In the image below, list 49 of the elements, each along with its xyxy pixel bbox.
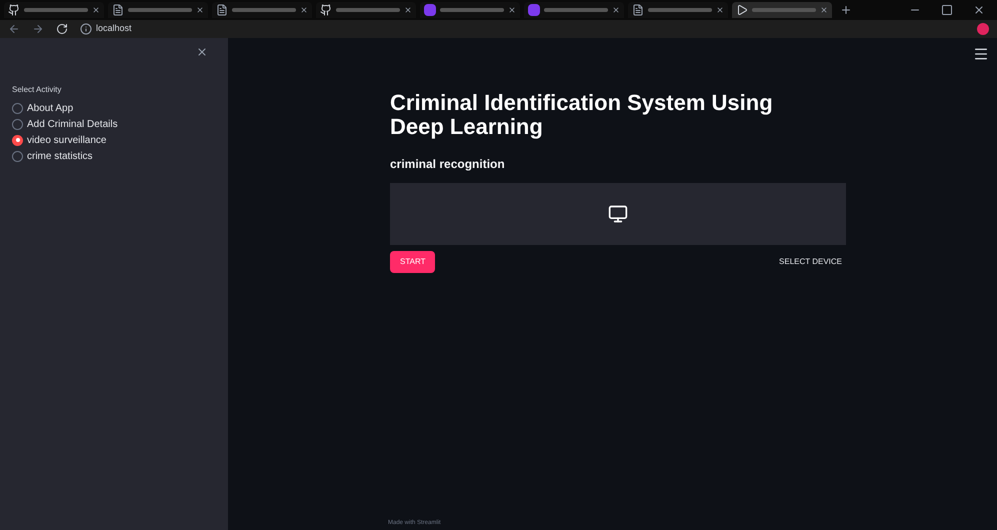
document-icon [112, 4, 124, 16]
browser-tab[interactable] [108, 2, 208, 18]
close-icon[interactable] [820, 6, 828, 14]
reload-icon[interactable] [56, 23, 68, 35]
browser-tab[interactable] [316, 2, 416, 18]
start-button[interactable]: START [390, 251, 436, 273]
back-icon[interactable] [8, 23, 20, 35]
select-device-button[interactable]: SELECT DEVICE [775, 251, 846, 273]
browser-tab[interactable] [628, 2, 728, 18]
radio-button[interactable] [12, 102, 23, 114]
browser-tab[interactable] [732, 2, 832, 18]
github-icon [320, 4, 332, 16]
new-tab-icon[interactable] [840, 4, 852, 16]
menu-icon[interactable] [973, 46, 989, 62]
github-icon [8, 4, 20, 16]
app-logo-icon [528, 4, 540, 16]
close-icon[interactable] [612, 6, 620, 14]
close-icon[interactable] [92, 6, 100, 14]
subheader: criminal recognition [390, 156, 506, 173]
close-icon[interactable] [973, 4, 985, 16]
radio-option[interactable]: About App [12, 100, 216, 116]
forward-icon[interactable] [32, 23, 44, 35]
radio-button[interactable] [12, 150, 23, 162]
radio-option[interactable]: video surveillance [12, 132, 216, 148]
browser-tab[interactable] [4, 2, 104, 18]
browser-tab[interactable] [212, 2, 312, 18]
profile-avatar[interactable] [977, 23, 989, 35]
url-text[interactable]: localhost [96, 22, 132, 36]
radio-option[interactable]: crime statistics [12, 148, 216, 164]
monitor-icon [608, 204, 628, 224]
radio-button[interactable] [12, 134, 23, 146]
close-icon[interactable] [508, 6, 516, 14]
radio-group-label: Select Activity [12, 84, 62, 96]
browser-tab[interactable] [420, 2, 520, 18]
close-icon[interactable] [300, 6, 308, 14]
close-icon[interactable] [196, 6, 204, 14]
app-logo-icon [424, 4, 436, 16]
close-icon[interactable] [716, 6, 724, 14]
document-icon [216, 4, 228, 16]
maximize-icon[interactable] [941, 4, 953, 16]
browser-tab[interactable] [524, 2, 624, 18]
radio-option[interactable]: Add Criminal Details [12, 116, 216, 132]
close-icon[interactable] [196, 46, 208, 58]
document-icon [632, 4, 644, 16]
radio-button[interactable] [12, 118, 23, 130]
page-title: Criminal Identification System Using Deep Learning [390, 91, 774, 139]
close-icon[interactable] [404, 6, 412, 14]
play-icon [736, 4, 748, 16]
info-icon [80, 23, 92, 35]
